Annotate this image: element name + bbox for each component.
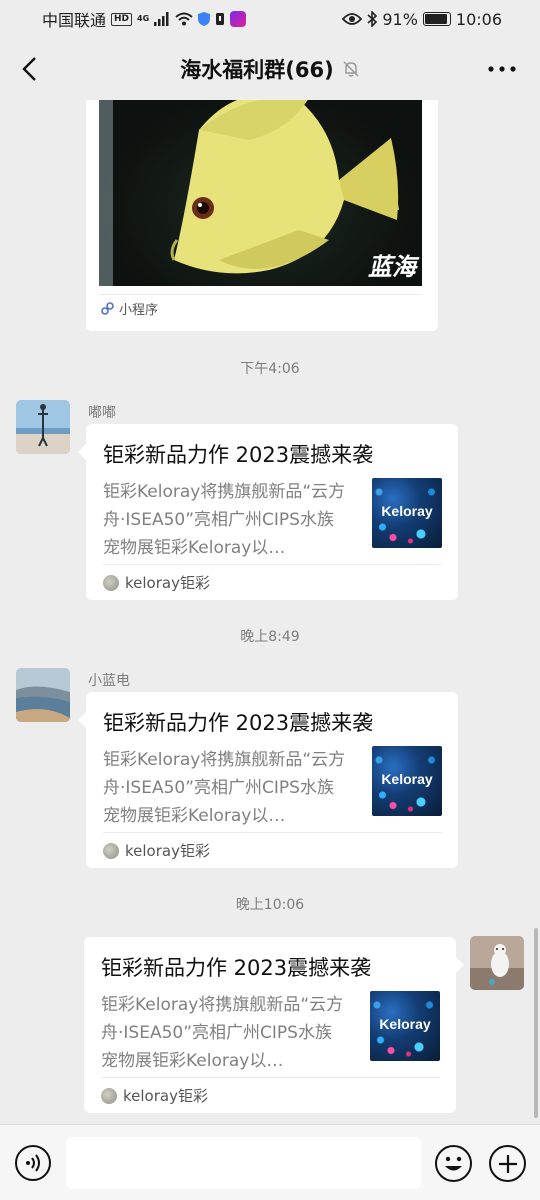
- status-bar: 中国联通 HD 4G 91% 10:06: [0, 0, 540, 38]
- card-title: 钜彩新品力作 2023震撼来袭: [103, 443, 374, 467]
- image-watermark: 蓝海: [368, 253, 416, 281]
- card-title: 钜彩新品力作 2023震撼来袭: [103, 711, 374, 735]
- source-name: keloray钜彩: [125, 842, 210, 860]
- card-source: keloray钜彩: [101, 1085, 208, 1106]
- emoji-icon: [445, 1156, 462, 1171]
- thumbnail-text: Keloray: [381, 771, 433, 787]
- my-avatar[interactable]: [470, 936, 524, 990]
- status-right: 91% 10:06: [342, 10, 502, 29]
- input-bar: [0, 1124, 540, 1200]
- emoji-button[interactable]: [435, 1145, 472, 1182]
- sender-name: 嘟嘟: [88, 405, 116, 421]
- chevron-left-icon: [22, 57, 36, 81]
- chat-area[interactable]: 蓝海 小程序 下午4:06 嘟嘟 钜彩新品力作 2023震撼来袭 钜彩Kelor…: [0, 100, 540, 1124]
- status-left: 中国联通 HD 4G: [42, 7, 247, 31]
- mini-program-image: 蓝海: [99, 100, 422, 286]
- plus-icon: [498, 1154, 517, 1173]
- mini-divider: [99, 294, 422, 295]
- battery-icon: [422, 12, 451, 26]
- mini-program-icon: [101, 302, 114, 315]
- card-desc: 钜彩Keloray将携旗舰新品“云方舟·ISEA50”亮相广州CIPS水族宠物展…: [103, 750, 346, 826]
- source-logo-icon: [103, 842, 119, 859]
- sender-name: 小蓝电: [88, 673, 130, 689]
- thumbnail-text: Keloray: [381, 503, 433, 519]
- voice-button[interactable]: [15, 1145, 51, 1181]
- nav-bar: 海水福利群(66): [0, 38, 540, 100]
- avatar-image: [16, 400, 70, 454]
- time-label: 下午4:06: [240, 361, 300, 377]
- thumbnail-text: Keloray: [379, 1016, 431, 1032]
- wifi-icon: [175, 12, 193, 26]
- avatar[interactable]: [16, 400, 70, 454]
- card-divider: [101, 1077, 440, 1078]
- shield-icon: [198, 12, 211, 26]
- chat-title: 海水福利群(66): [180, 58, 334, 82]
- card-title: 钜彩新品力作 2023震撼来袭: [101, 956, 372, 980]
- back-button[interactable]: [14, 52, 44, 86]
- card-thumbnail: Keloray: [372, 478, 442, 548]
- mini-program-label: 小程序: [119, 303, 159, 318]
- plus-button[interactable]: [489, 1145, 526, 1182]
- voice-icon: [26, 1154, 40, 1172]
- hd-badge: HD: [111, 12, 133, 26]
- title-wrap: 海水福利群(66): [180, 54, 359, 84]
- message-input[interactable]: [66, 1137, 421, 1189]
- bell-off-icon: [343, 61, 359, 77]
- carrier-name: 中国联通: [42, 11, 107, 30]
- notification-icon: [216, 13, 225, 25]
- card-source: keloray钜彩: [103, 572, 210, 593]
- mini-program-source: 小程序: [101, 299, 158, 318]
- time-label: 晚上10:06: [235, 897, 305, 913]
- network-type: 4G: [137, 14, 150, 23]
- card-thumbnail: Keloray: [372, 746, 442, 816]
- link-card[interactable]: 钜彩新品力作 2023震撼来袭 钜彩Keloray将携旗舰新品“云方舟·ISEA…: [84, 937, 464, 1113]
- source-logo-icon: [103, 574, 119, 591]
- source-logo-icon: [101, 1087, 117, 1104]
- mini-program-card[interactable]: 蓝海 小程序: [86, 100, 438, 331]
- source-name: keloray钜彩: [123, 1087, 208, 1105]
- avatar[interactable]: [16, 668, 70, 722]
- link-card[interactable]: 钜彩新品力作 2023震撼来袭 钜彩Keloray将携旗舰新品“云方舟·ISEA…: [78, 424, 458, 600]
- clock: 10:06: [455, 9, 502, 29]
- avatar-image: [16, 668, 70, 722]
- source-name: keloray钜彩: [125, 574, 210, 592]
- card-desc: 钜彩Keloray将携旗舰新品“云方舟·ISEA50”亮相广州CIPS水族宠物展…: [103, 482, 346, 558]
- more-button[interactable]: [486, 56, 518, 82]
- card-source: keloray钜彩: [103, 840, 210, 861]
- time-label: 晚上8:49: [240, 629, 300, 645]
- more-dots-icon: [488, 66, 516, 72]
- card-thumbnail: Keloray: [370, 991, 440, 1061]
- link-card[interactable]: 钜彩新品力作 2023震撼来袭 钜彩Keloray将携旗舰新品“云方舟·ISEA…: [78, 692, 458, 868]
- scrollbar[interactable]: [534, 928, 538, 1118]
- battery-percent: 91%: [382, 9, 418, 29]
- avatar-image: [470, 936, 524, 990]
- card-divider: [103, 564, 442, 565]
- app-icon: [230, 11, 247, 27]
- battery-level: [424, 14, 447, 24]
- eye-icon: [342, 13, 363, 25]
- card-divider: [103, 832, 442, 833]
- signal-icon: [154, 12, 169, 26]
- card-desc: 钜彩Keloray将携旗舰新品“云方舟·ISEA50”亮相广州CIPS水族宠物展…: [101, 995, 344, 1071]
- bluetooth-icon: [367, 11, 378, 27]
